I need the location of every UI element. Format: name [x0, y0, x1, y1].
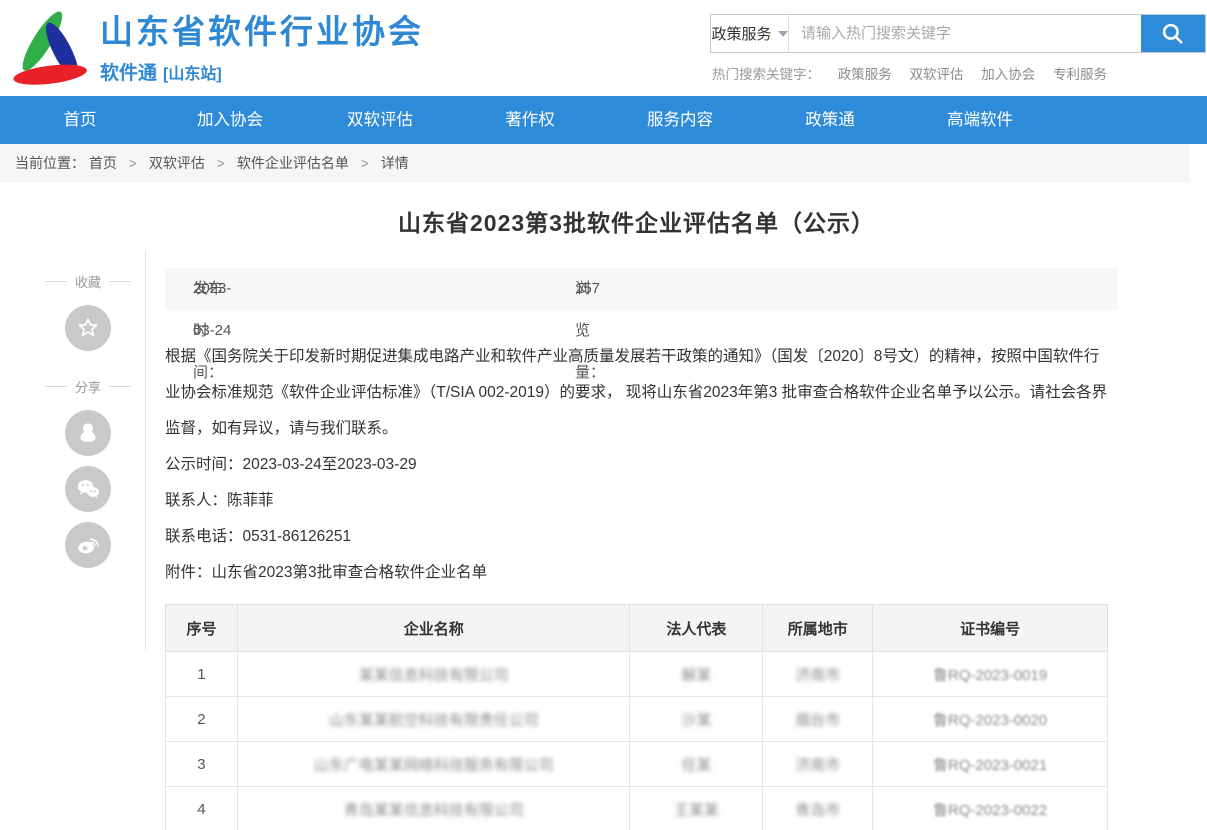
cell-city: 济南市	[763, 652, 873, 697]
breadcrumb-separator: >	[217, 155, 225, 171]
cell-legal-rep: 解某	[630, 652, 763, 697]
col-header-company: 企业名称	[237, 605, 630, 652]
breadcrumb-eval-list[interactable]: 软件企业评估名单	[237, 155, 349, 171]
star-icon	[75, 315, 101, 341]
col-header-legal-rep: 法人代表	[630, 605, 763, 652]
search-icon	[1160, 21, 1186, 47]
article-main: 发布时间：2023-03-24 浏 览 量：157 根据《国务院关于印发新时期促…	[165, 268, 1118, 830]
breadcrumb-double-soft-eval[interactable]: 双软评估	[149, 155, 205, 171]
share-wechat-button[interactable]	[65, 466, 111, 512]
cell-legal-rep: 任某	[630, 742, 763, 787]
cell-company: 山东某某航空科技有限责任公司	[237, 697, 630, 742]
cell-no: 1	[166, 652, 238, 697]
favorite-button[interactable]	[65, 305, 111, 351]
cell-no: 3	[166, 742, 238, 787]
site-header: 山东省软件行业协会 软件通 [山东站] 政策服务 热门搜索关键字： 政策服务 双软…	[0, 0, 1207, 96]
nav-item-highend-software[interactable]: 高端软件	[905, 96, 1055, 144]
hot-keyword-link[interactable]: 加入协会	[981, 67, 1035, 82]
page: 山东省软件行业协会 软件通 [山东站] 政策服务 热门搜索关键字： 政策服务 双软…	[0, 0, 1207, 830]
nav-item-policy[interactable]: 政策通	[755, 96, 905, 144]
main-nav: 首页 加入协会 双软评估 著作权 服务内容 政策通 高端软件	[0, 96, 1207, 144]
cell-cert-no: 鲁RQ-2023-0020	[873, 697, 1108, 742]
brand-block: 山东省软件行业协会 软件通 [山东站]	[100, 12, 424, 85]
site-subtitle-text: 软件通	[100, 63, 157, 84]
contact-phone: 联系电话：0531-86126251	[165, 519, 1113, 555]
col-header-cert-no: 证书编号	[873, 605, 1108, 652]
cell-no: 4	[166, 787, 238, 830]
nav-item-home[interactable]: 首页	[5, 96, 155, 144]
cell-city: 济南市	[763, 742, 873, 787]
attachment-line: 附件：山东省2023第3批审查合格软件企业名单	[165, 555, 1113, 591]
table-row: 3 山东广电某某网络科技服务有限公司 任某 济南市 鲁RQ-2023-0021	[166, 742, 1108, 787]
cell-no: 2	[166, 697, 238, 742]
cell-company: 青岛某某信息科技有限公司	[237, 787, 630, 830]
table-row: 4 青岛某某信息科技有限公司 王某某 青岛市 鲁RQ-2023-0022	[166, 787, 1108, 830]
favorite-label-text: 收藏	[75, 272, 101, 291]
search-button[interactable]	[1141, 15, 1205, 52]
article-content: 山东省2023第3批软件企业评估名单（公示） 收藏 分享	[0, 182, 1207, 830]
cell-city: 青岛市	[763, 787, 873, 830]
cell-cert-no: 鲁RQ-2023-0021	[873, 742, 1108, 787]
enterprise-table: 序号 企业名称 法人代表 所属地市 证书编号 1 某某信息科技有限公司 解某 济…	[165, 604, 1108, 830]
favorite-label: 收藏	[30, 272, 146, 291]
share-label: 分享	[30, 377, 146, 396]
search-bar: 政策服务	[710, 14, 1206, 53]
cell-city: 烟台市	[763, 697, 873, 742]
weibo-icon	[74, 531, 102, 559]
table-row: 2 山东某某航空科技有限责任公司 沙某 烟台市 鲁RQ-2023-0020	[166, 697, 1108, 742]
table-header-row: 序号 企业名称 法人代表 所属地市 证书编号	[166, 605, 1108, 652]
breadcrumb-separator: >	[361, 155, 369, 171]
site-subtitle-tag: [山东站]	[163, 66, 222, 83]
breadcrumb-separator: >	[129, 155, 137, 171]
table-row: 1 某某信息科技有限公司 解某 济南市 鲁RQ-2023-0019	[166, 652, 1108, 697]
cell-company: 山东广电某某网络科技服务有限公司	[237, 742, 630, 787]
breadcrumb-detail: 详情	[381, 155, 409, 171]
publicity-period: 公示时间：2023-03-24至2023-03-29	[165, 447, 1113, 483]
association-logo-icon	[8, 5, 94, 91]
hot-keywords-label: 热门搜索关键字：	[712, 67, 820, 82]
qq-icon	[74, 419, 102, 447]
col-header-city: 所属地市	[763, 605, 873, 652]
hot-keywords: 热门搜索关键字： 政策服务 双软评估 加入协会 专利服务	[712, 63, 1107, 83]
hot-keyword-link[interactable]: 专利服务	[1053, 67, 1107, 82]
page-title: 山东省2023第3批软件企业评估名单（公示）	[165, 204, 1108, 238]
share-label-text: 分享	[75, 377, 101, 396]
hot-keyword-link[interactable]: 双软评估	[910, 67, 964, 82]
cell-legal-rep: 王某某	[630, 787, 763, 830]
site-title: 山东省软件行业协会	[100, 12, 424, 52]
nav-item-services[interactable]: 服务内容	[605, 96, 755, 144]
search-category-value: 政策服务	[711, 23, 771, 44]
col-header-no: 序号	[166, 605, 238, 652]
breadcrumb: 当前位置： 首页 > 双软评估 > 软件企业评估名单 > 详情	[0, 144, 1190, 182]
contact-person: 联系人：陈菲菲	[165, 483, 1113, 519]
search-category-dropdown[interactable]: 政策服务	[711, 15, 789, 52]
site-subtitle: 软件通 [山东站]	[100, 58, 424, 85]
notice-paragraph: 根据《国务院关于印发新时期促进集成电路产业和软件产业高质量发展若干政策的通知》（…	[165, 339, 1113, 447]
breadcrumb-home[interactable]: 首页	[89, 155, 117, 171]
nav-item-copyright[interactable]: 著作权	[455, 96, 605, 144]
share-weibo-button[interactable]	[65, 522, 111, 568]
cell-cert-no: 鲁RQ-2023-0019	[873, 652, 1108, 697]
article-body: 根据《国务院关于印发新时期促进集成电路产业和软件产业高质量发展若干政策的通知》（…	[165, 339, 1113, 591]
cell-company: 某某信息科技有限公司	[237, 652, 630, 697]
side-rail: 收藏 分享	[30, 272, 146, 568]
breadcrumb-label: 当前位置：	[15, 155, 85, 171]
search-input[interactable]	[789, 15, 1141, 52]
cell-legal-rep: 沙某	[630, 697, 763, 742]
cell-cert-no: 鲁RQ-2023-0022	[873, 787, 1108, 830]
nav-item-double-soft-eval[interactable]: 双软评估	[305, 96, 455, 144]
hot-keyword-link[interactable]: 政策服务	[838, 67, 892, 82]
caret-down-icon	[778, 31, 788, 37]
article-meta-bar: 发布时间：2023-03-24 浏 览 量：157	[165, 268, 1118, 310]
share-qq-button[interactable]	[65, 410, 111, 456]
nav-item-join[interactable]: 加入协会	[155, 96, 305, 144]
vertical-divider	[145, 250, 146, 650]
wechat-icon	[74, 475, 102, 503]
